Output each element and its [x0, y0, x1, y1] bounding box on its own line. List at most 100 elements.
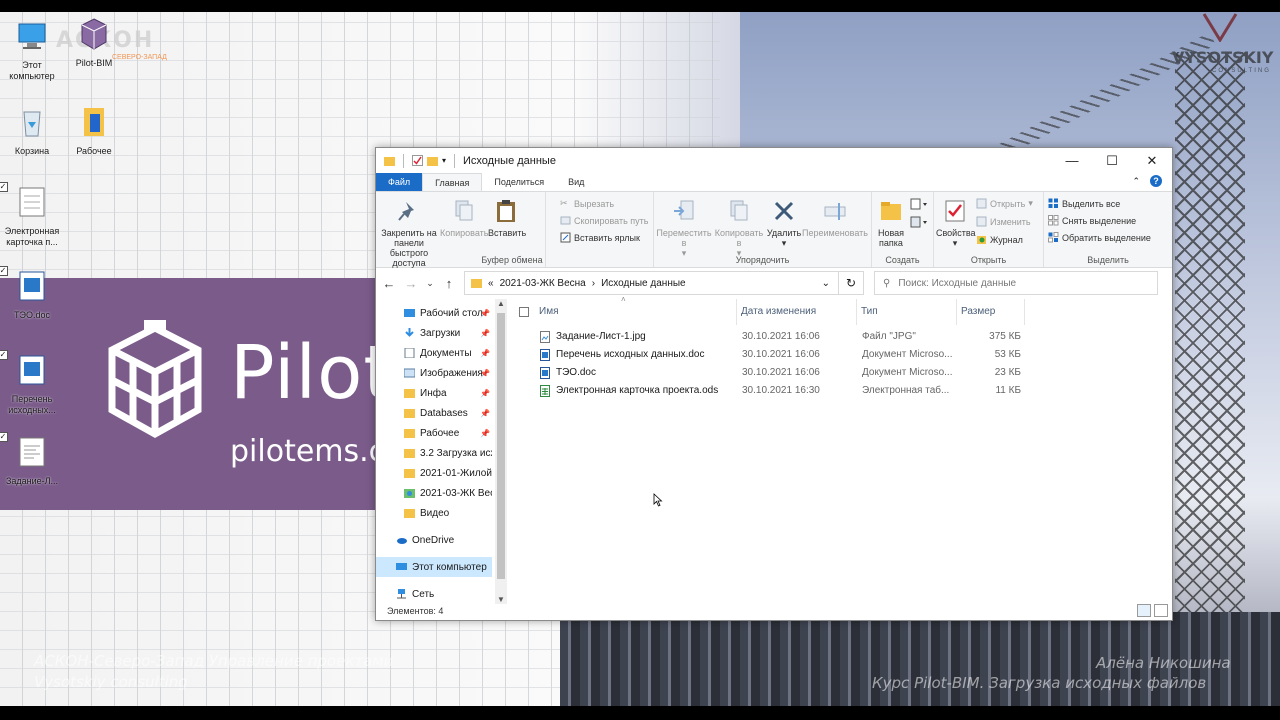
move-to-button[interactable]: Переместить в ▾	[656, 196, 712, 258]
nav-item-video[interactable]: Видео	[376, 503, 492, 523]
file-type: Документ Microso...	[862, 349, 953, 360]
help-icon[interactable]: ?	[1150, 175, 1162, 187]
pin-icon[interactable]: 📌	[480, 389, 490, 398]
checkbox-icon[interactable]: ✓	[0, 182, 8, 192]
paste-button[interactable]: Вставить	[488, 196, 526, 238]
delete-button[interactable]: Удалить ▾	[766, 196, 802, 248]
select-all-checkbox[interactable]	[519, 307, 529, 317]
breadcrumb-zhk-vesna[interactable]: 2021-03-ЖК Весна	[500, 278, 586, 289]
ribbon-collapse-icon[interactable]: ⌃	[1132, 176, 1140, 187]
pin-icon[interactable]: 📌	[480, 369, 490, 378]
select-all-button[interactable]: Выделить все	[1048, 198, 1120, 209]
file-row[interactable]: Перечень исходных данных.doc 30.10.2021 …	[507, 346, 1021, 364]
pin-icon[interactable]: 📌	[480, 429, 490, 438]
details-view-icon[interactable]	[1137, 604, 1151, 617]
large-icons-view-icon[interactable]	[1154, 604, 1168, 617]
column-date[interactable]: Дата изменения	[737, 299, 857, 325]
search-input[interactable]: ⚲ Поиск: Исходные данные	[874, 271, 1158, 295]
checkbox-icon[interactable]: ✓	[0, 266, 8, 276]
minimize-button[interactable]: —	[1052, 148, 1092, 173]
scroll-up-icon[interactable]: ▲	[495, 299, 507, 308]
nav-item-documents[interactable]: Документы 📌	[376, 343, 492, 363]
desktop-icon-electronic-card[interactable]: ✓ Электронная карточка п...	[0, 182, 64, 248]
refresh-button[interactable]: ↻	[838, 271, 864, 295]
history-button[interactable]: Журнал	[976, 234, 1023, 245]
copy-button[interactable]: Копировать	[440, 196, 488, 238]
file-row[interactable]: Задание-Лист-1.jpg 30.10.2021 16:06 Файл…	[507, 328, 1021, 346]
pilot-url: pilotems.c	[230, 434, 386, 469]
open-button[interactable]: Открыть ▾	[976, 198, 1033, 209]
breadcrumb-overflow[interactable]: «	[488, 278, 494, 289]
nav-item-rabochee[interactable]: Рабочее 📌	[376, 423, 492, 443]
nav-item-network[interactable]: Сеть	[376, 584, 492, 604]
invert-selection-button[interactable]: Обратить выделение	[1048, 232, 1151, 243]
nav-item-desktop[interactable]: Рабочий стол 📌	[376, 303, 492, 323]
title-bar[interactable]: ▾ Исходные данные — ☐ ✕	[376, 148, 1172, 173]
desktop-folder-icon	[404, 309, 415, 317]
column-type[interactable]: Тип	[857, 299, 957, 325]
nav-item-downloads[interactable]: Загрузки 📌	[376, 323, 492, 343]
forward-arrow-icon[interactable]: →	[404, 276, 418, 291]
easy-access-icon[interactable]	[910, 216, 928, 228]
desktop-icon-recycle-bin[interactable]: Корзина	[0, 104, 64, 157]
chevron-down-icon[interactable]: ⌄	[822, 278, 830, 289]
desktop-icon-zadanie[interactable]: ✓ Задание-Л...	[0, 432, 64, 487]
desktop-icon-pilot-bim[interactable]: Pilot-BIM	[62, 16, 126, 69]
select-none-button[interactable]: Снять выделение	[1048, 215, 1136, 226]
tab-view[interactable]: Вид	[556, 173, 596, 191]
edit-button[interactable]: Изменить	[976, 216, 1031, 227]
file-row[interactable]: ТЭО.doc 30.10.2021 16:06 Документ Micros…	[507, 364, 1021, 382]
tab-share[interactable]: Поделиться	[482, 173, 556, 191]
address-bar[interactable]: « 2021-03-ЖК Весна › Исходные данные ⌄	[464, 271, 839, 295]
pin-icon[interactable]: 📌	[480, 329, 490, 338]
nav-item-databases[interactable]: Databases 📌	[376, 403, 492, 423]
close-button[interactable]: ✕	[1132, 148, 1172, 173]
window-title: Исходные данные	[463, 154, 556, 167]
back-arrow-icon[interactable]: ←	[382, 276, 396, 291]
nav-item-this-pc[interactable]: Этот компьютер	[376, 557, 492, 577]
nav-item-zhiloy[interactable]: 2021-01-Жилой	[376, 463, 492, 483]
pin-icon[interactable]: 📌	[480, 409, 490, 418]
desktop-icon-teo[interactable]: ✓ ТЭО.doc	[0, 266, 64, 321]
vysotskiy-logo-icon	[1202, 13, 1238, 42]
ribbon-group-label: Открыть	[970, 255, 1007, 265]
checkbox-icon[interactable]: ✓	[0, 350, 8, 360]
pin-icon[interactable]: 📌	[480, 349, 490, 358]
column-name[interactable]: Имя	[535, 299, 737, 325]
properties-button[interactable]: Свойства ▾	[936, 196, 976, 248]
tab-home[interactable]: Главная	[422, 173, 483, 191]
desktop-icon-rabochee[interactable]: Рабочее	[62, 104, 126, 157]
nav-item-onedrive[interactable]: OneDrive	[376, 530, 492, 550]
nav-item-zhk-vesna[interactable]: 2021-03-ЖК Весна	[376, 483, 492, 503]
ribbon-group-label: Выделить	[1087, 255, 1129, 265]
desktop-icon-perechen[interactable]: ✓ Перечень исходных...	[0, 350, 64, 416]
nav-item-zagruzka[interactable]: 3.2 Загрузка исходных	[376, 443, 492, 463]
breadcrumb-iskhodnye-dannye[interactable]: Исходные данные	[601, 278, 686, 289]
copy-to-button[interactable]: Копировать в ▾	[712, 196, 766, 258]
copy-to-icon	[730, 200, 748, 221]
nav-scrollbar[interactable]: ▲ ▼	[495, 299, 507, 604]
vysotskiy-sub: CONSULTING	[1212, 68, 1271, 74]
maximize-button[interactable]: ☐	[1092, 148, 1132, 173]
chevron-down-icon[interactable]: ▾	[442, 156, 446, 165]
column-size[interactable]: Размер	[957, 299, 1025, 325]
scrollbar-thumb[interactable]	[497, 313, 505, 579]
tab-file[interactable]: Файл	[376, 173, 423, 191]
refresh-icon: ↻	[845, 276, 857, 290]
nav-item-pictures[interactable]: Изображения 📌	[376, 363, 492, 383]
new-folder-button[interactable]: Новая папка	[874, 196, 908, 248]
divider	[454, 153, 456, 168]
new-item-icon[interactable]	[910, 198, 928, 210]
up-arrow-icon[interactable]: ↑	[442, 276, 456, 291]
properties-check-icon[interactable]	[412, 155, 423, 166]
folder-icon	[404, 469, 415, 478]
address-bar-row: ← → ⌄ ↑ « 2021-03-ЖК Весна › Исходные да…	[376, 268, 1172, 298]
file-row[interactable]: Электронная карточка проекта.ods 30.10.2…	[507, 382, 1021, 400]
recent-locations-chevron-icon[interactable]: ⌄	[426, 278, 434, 289]
pin-icon[interactable]: 📌	[480, 309, 490, 318]
desktop-icon-this-pc[interactable]: Этот компьютер	[0, 18, 64, 82]
rename-button[interactable]: Переименовать	[802, 196, 868, 238]
new-folder-icon[interactable]	[427, 155, 438, 166]
nav-item-infa[interactable]: Инфа 📌	[376, 383, 492, 403]
checkbox-icon[interactable]: ✓	[0, 432, 8, 442]
